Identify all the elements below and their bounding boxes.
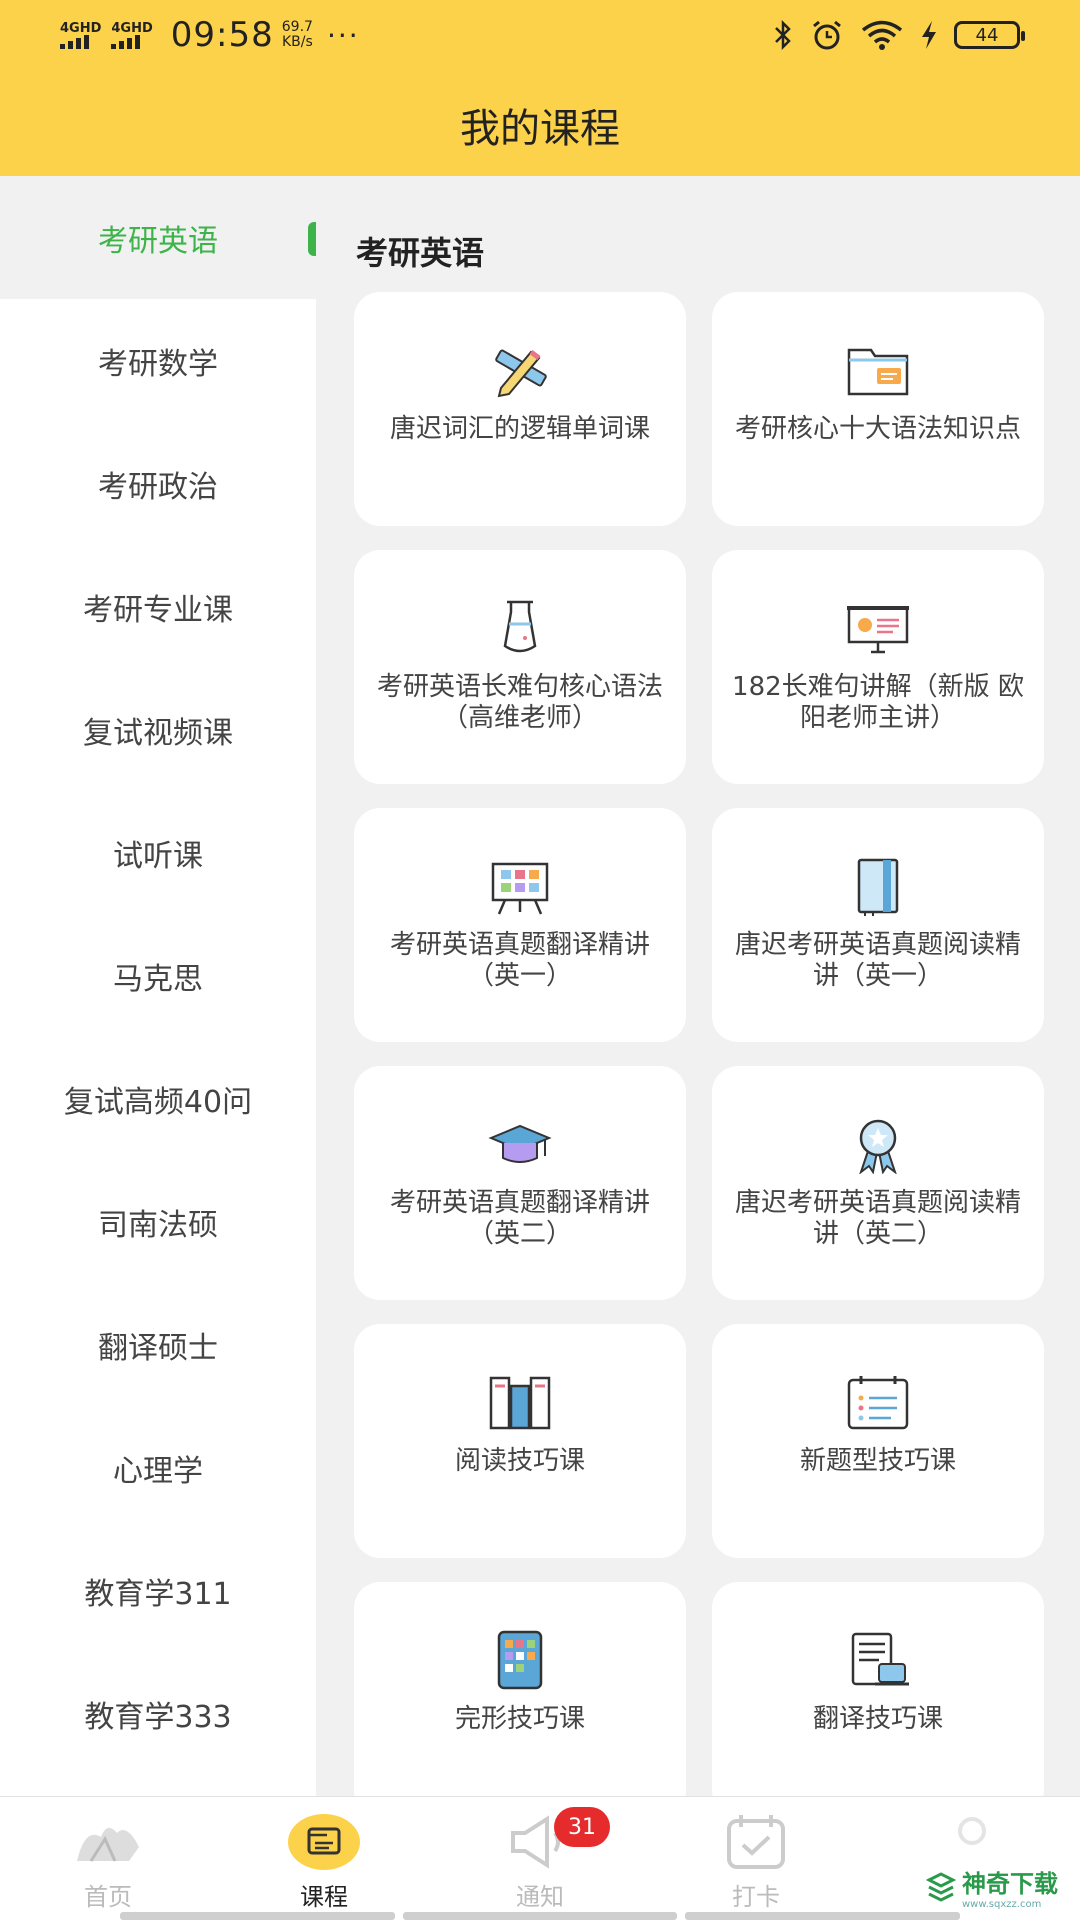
sidebar-item-major-course[interactable]: 考研专业课	[0, 545, 316, 668]
sidebar-item-kaoyan-english[interactable]: 考研英语	[0, 176, 316, 299]
wifi-icon	[861, 20, 903, 50]
course-card[interactable]: 阅读技巧课	[354, 1324, 686, 1558]
presentation-board-icon	[847, 606, 909, 654]
signal-bars-icon	[111, 34, 141, 49]
watermark-icon	[926, 1872, 956, 1902]
alarm-icon	[813, 20, 841, 50]
course-card[interactable]: 新题型技巧课	[712, 1324, 1044, 1558]
course-icon	[288, 1814, 360, 1870]
signal-2: 4GHD	[111, 22, 153, 49]
app-header: 4GHD 4GHD 09:58 69.7 KB/s ··· 44 我的课程	[0, 0, 1080, 176]
easel-icon	[491, 862, 549, 915]
calendar-list-icon	[847, 1376, 909, 1430]
sidebar-item-retest-video[interactable]: 复试视频课	[0, 668, 316, 791]
sidebar-item-marxism[interactable]: 马克思	[0, 914, 316, 1037]
sidebar-item-education-311[interactable]: 教育学311	[0, 1529, 316, 1652]
course-grid: 唐迟词汇的逻辑单词课 考研核心十大语法知识点 考研英语长难句核心语法（高维老师）…	[354, 292, 1044, 1796]
folder-icon	[847, 348, 909, 396]
page-title: 我的课程	[460, 106, 620, 152]
tab-checkin[interactable]: 打卡	[648, 1797, 864, 1920]
course-card[interactable]: 182长难句讲解（新版 欧阳老师主讲）	[712, 550, 1044, 784]
signal-bars-icon	[60, 34, 89, 49]
tab-home[interactable]: 首页	[0, 1797, 216, 1920]
sidebar-item-mti[interactable]: 翻译硕士	[0, 1283, 316, 1406]
tab-notifications[interactable]: 31 通知	[432, 1797, 648, 1920]
sidebar-item-kaoyan-politics[interactable]: 考研政治	[0, 422, 316, 545]
pencil-ruler-icon	[495, 349, 547, 398]
course-card[interactable]: 考研核心十大语法知识点	[712, 292, 1044, 526]
clock: 09:58	[170, 15, 274, 55]
sidebar-item-kaoyan-math[interactable]: 考研数学	[0, 299, 316, 422]
course-card[interactable]: 翻译技巧课	[712, 1582, 1044, 1796]
notification-badge: 31	[554, 1807, 610, 1847]
course-card[interactable]: 唐迟考研英语真题阅读精讲（英二）	[712, 1066, 1044, 1300]
course-card[interactable]: 唐迟考研英语真题阅读精讲（英一）	[712, 808, 1044, 1042]
sidebar-item-law-master[interactable]: 司南法硕	[0, 1160, 316, 1283]
award-badge-icon	[859, 1119, 897, 1174]
bluetooth-icon	[775, 20, 791, 50]
more-dots: ···	[326, 18, 360, 52]
course-card[interactable]: 考研英语真题翻译精讲（英一）	[354, 808, 686, 1042]
charging-icon	[922, 21, 936, 49]
tablet-icon	[497, 1630, 543, 1690]
graduation-cap-icon	[488, 1124, 552, 1163]
course-card[interactable]: 考研英语长难句核心语法（高维老师）	[354, 550, 686, 784]
sidebar-item-education-333[interactable]: 教育学333	[0, 1652, 316, 1775]
sidebar-item-trial-class[interactable]: 试听课	[0, 791, 316, 914]
bottom-tab-bar: 首页 课程 31 通知 打卡	[0, 1796, 1080, 1920]
sidebar-item-retest-40q[interactable]: 复试高频40问	[0, 1037, 316, 1160]
course-card[interactable]: 唐迟词汇的逻辑单词课	[354, 292, 686, 526]
document-laptop-icon	[851, 1632, 909, 1686]
course-content: 考研英语 唐迟词汇的逻辑单词课 考研核心十大语法知识点 考研英语长难句核心语法（…	[316, 176, 1080, 1796]
battery-indicator: 44	[954, 21, 1025, 49]
bottom-indicator	[120, 1912, 961, 1920]
watermark-logo: 神奇下载 www.sqxzz.com	[926, 1864, 1058, 1910]
status-bar: 4GHD 4GHD 09:58 69.7 KB/s ··· 44	[0, 0, 1080, 70]
category-sidebar: 考研英语 考研数学 考研政治 考研专业课 复试视频课 试听课 马克思 复试高频4…	[0, 176, 316, 1796]
network-speed: 69.7 KB/s	[281, 19, 313, 50]
checkin-calendar-icon	[727, 1815, 785, 1869]
beaker-icon	[503, 600, 537, 653]
tab-courses[interactable]: 课程	[216, 1797, 432, 1920]
course-card[interactable]: 完形技巧课	[354, 1582, 686, 1796]
notebook-icon	[857, 858, 899, 916]
course-card[interactable]: 考研英语真题翻译精讲（英二）	[354, 1066, 686, 1300]
books-icon	[489, 1376, 551, 1430]
home-logo-icon	[77, 1827, 139, 1862]
signal-1: 4GHD	[60, 22, 101, 49]
sidebar-item-psychology[interactable]: 心理学	[0, 1406, 316, 1529]
section-title: 考研英语	[356, 234, 485, 272]
profile-icon	[958, 1817, 986, 1845]
